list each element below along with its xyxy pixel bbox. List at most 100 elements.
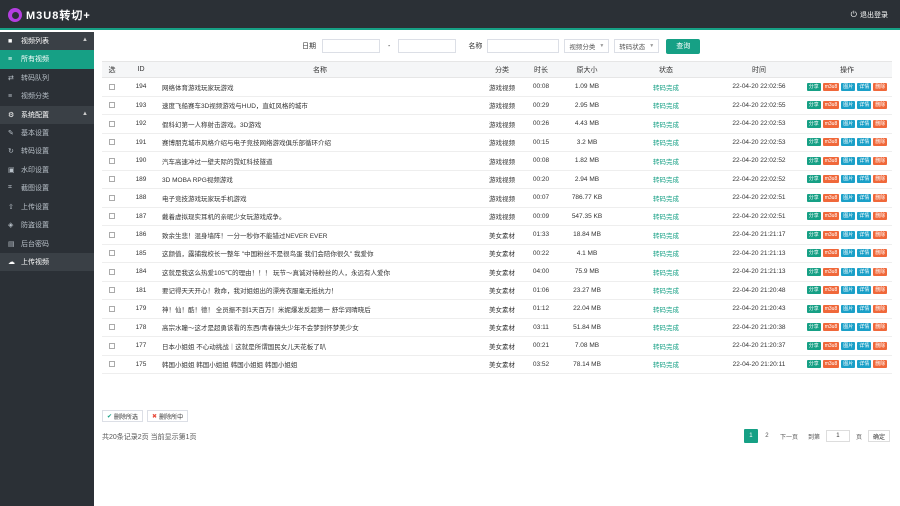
share-button[interactable]: 分享	[806, 323, 821, 332]
m3u8-button[interactable]: m3u8	[822, 286, 840, 295]
image-button[interactable]: 图片	[841, 286, 856, 295]
detail-button[interactable]: 详情	[857, 323, 872, 332]
sidebar-item-upload-video[interactable]: ☁ 上传视频	[0, 253, 94, 271]
image-button[interactable]: 图片	[841, 249, 856, 258]
logout-button[interactable]: ⏻ 退出登录	[851, 10, 888, 20]
m3u8-button[interactable]: m3u8	[822, 304, 840, 313]
row-checkbox[interactable]	[109, 139, 115, 146]
delete-button[interactable]: 删除	[873, 360, 888, 369]
row-checkbox[interactable]	[109, 213, 115, 220]
share-button[interactable]: 分享	[806, 304, 821, 313]
m3u8-button[interactable]: m3u8	[822, 101, 840, 110]
m3u8-button[interactable]: m3u8	[822, 175, 840, 184]
share-button[interactable]: 分享	[806, 267, 821, 276]
delete-button[interactable]: 删除	[873, 304, 888, 313]
delete-button[interactable]: 删除	[873, 175, 888, 184]
detail-button[interactable]: 详情	[857, 119, 872, 128]
m3u8-button[interactable]: m3u8	[822, 341, 840, 350]
confirm-page-button[interactable]: 确定	[867, 430, 890, 442]
m3u8-button[interactable]: m3u8	[822, 193, 840, 202]
row-checkbox[interactable]	[109, 287, 115, 294]
image-button[interactable]: 图片	[841, 101, 856, 110]
sidebar-group-videos[interactable]: ■ 视频列表 ▲	[0, 32, 94, 50]
sidebar-item-transcode-settings[interactable]: ↻ 转码设置	[0, 142, 94, 161]
delete-button[interactable]: 删除	[873, 138, 888, 147]
row-checkbox[interactable]	[109, 102, 115, 109]
m3u8-button[interactable]: m3u8	[822, 267, 840, 276]
delete-button[interactable]: 删除	[873, 230, 888, 239]
m3u8-button[interactable]: m3u8	[822, 82, 840, 91]
m3u8-button[interactable]: m3u8	[822, 230, 840, 239]
sidebar-item-upload-settings[interactable]: ⇧ 上传设置	[0, 198, 94, 217]
delete-selected-button[interactable]: ✔ 删除所选	[102, 410, 144, 422]
sidebar-item-watermark-settings[interactable]: ▣ 水印设置	[0, 161, 94, 180]
delete-button[interactable]: 删除	[873, 212, 888, 221]
m3u8-button[interactable]: m3u8	[822, 360, 840, 369]
share-button[interactable]: 分享	[806, 119, 821, 128]
row-checkbox[interactable]	[109, 231, 115, 238]
page-number-input[interactable]: 1	[825, 430, 850, 442]
share-button[interactable]: 分享	[806, 175, 821, 184]
detail-button[interactable]: 详情	[857, 267, 872, 276]
m3u8-button[interactable]: m3u8	[822, 212, 840, 221]
share-button[interactable]: 分享	[806, 101, 821, 110]
share-button[interactable]: 分享	[806, 360, 821, 369]
date-start-input[interactable]	[322, 39, 380, 53]
app-logo[interactable]: M3U8转切+	[8, 7, 91, 23]
date-end-input[interactable]	[398, 39, 457, 53]
sidebar-item-hotlink-settings[interactable]: ◈ 防盗设置	[0, 216, 94, 235]
image-button[interactable]: 图片	[841, 82, 856, 91]
delete-button[interactable]: 删除	[873, 193, 888, 202]
detail-button[interactable]: 详情	[857, 341, 872, 350]
share-button[interactable]: 分享	[806, 138, 821, 147]
delete-button[interactable]: 删除	[873, 341, 888, 350]
row-checkbox[interactable]	[109, 342, 115, 349]
delete-button[interactable]: 删除	[873, 82, 888, 91]
row-checkbox[interactable]	[109, 268, 115, 275]
row-checkbox[interactable]	[109, 157, 115, 164]
detail-button[interactable]: 详情	[857, 101, 872, 110]
share-button[interactable]: 分享	[806, 230, 821, 239]
page-1-button[interactable]: 1	[743, 429, 758, 443]
row-checkbox[interactable]	[109, 120, 115, 127]
share-button[interactable]: 分享	[806, 249, 821, 258]
image-button[interactable]: 图片	[841, 119, 856, 128]
share-button[interactable]: 分享	[806, 193, 821, 202]
sidebar-item-all-videos[interactable]: ≡ 所有视频	[0, 50, 94, 69]
detail-button[interactable]: 详情	[857, 230, 872, 239]
sidebar-item-screenshot-settings[interactable]: ⌗ 截图设置	[0, 179, 94, 198]
m3u8-button[interactable]: m3u8	[822, 323, 840, 332]
row-checkbox[interactable]	[109, 324, 115, 331]
row-checkbox[interactable]	[109, 176, 115, 183]
image-button[interactable]: 图片	[841, 193, 856, 202]
image-button[interactable]: 图片	[841, 267, 856, 276]
share-button[interactable]: 分享	[806, 341, 821, 350]
detail-button[interactable]: 详情	[857, 193, 872, 202]
share-button[interactable]: 分享	[806, 212, 821, 221]
image-button[interactable]: 图片	[841, 360, 856, 369]
delete-button[interactable]: 删除	[873, 119, 888, 128]
row-checkbox[interactable]	[109, 194, 115, 201]
row-checkbox[interactable]	[109, 305, 115, 312]
page-2-button[interactable]: 2	[759, 429, 774, 443]
delete-button[interactable]: 删除	[873, 323, 888, 332]
image-button[interactable]: 图片	[841, 341, 856, 350]
detail-button[interactable]: 详情	[857, 304, 872, 313]
image-button[interactable]: 图片	[841, 230, 856, 239]
detail-button[interactable]: 详情	[857, 212, 872, 221]
detail-button[interactable]: 详情	[857, 249, 872, 258]
delete-button[interactable]: 删除	[873, 249, 888, 258]
image-button[interactable]: 图片	[841, 212, 856, 221]
image-button[interactable]: 图片	[841, 175, 856, 184]
detail-button[interactable]: 详情	[857, 360, 872, 369]
sidebar-item-transcode-queue[interactable]: ⇄ 转码队列	[0, 69, 94, 88]
delete-button[interactable]: 删除	[873, 267, 888, 276]
delete-button[interactable]: 删除	[873, 156, 888, 165]
name-search-input[interactable]	[487, 39, 560, 53]
sidebar-item-admin-password[interactable]: ▤ 后台密码	[0, 235, 94, 254]
row-checkbox[interactable]	[109, 250, 115, 257]
status-select[interactable]: 转码状态 ▼	[614, 39, 660, 53]
m3u8-button[interactable]: m3u8	[822, 138, 840, 147]
m3u8-button[interactable]: m3u8	[822, 249, 840, 258]
detail-button[interactable]: 详情	[857, 138, 872, 147]
